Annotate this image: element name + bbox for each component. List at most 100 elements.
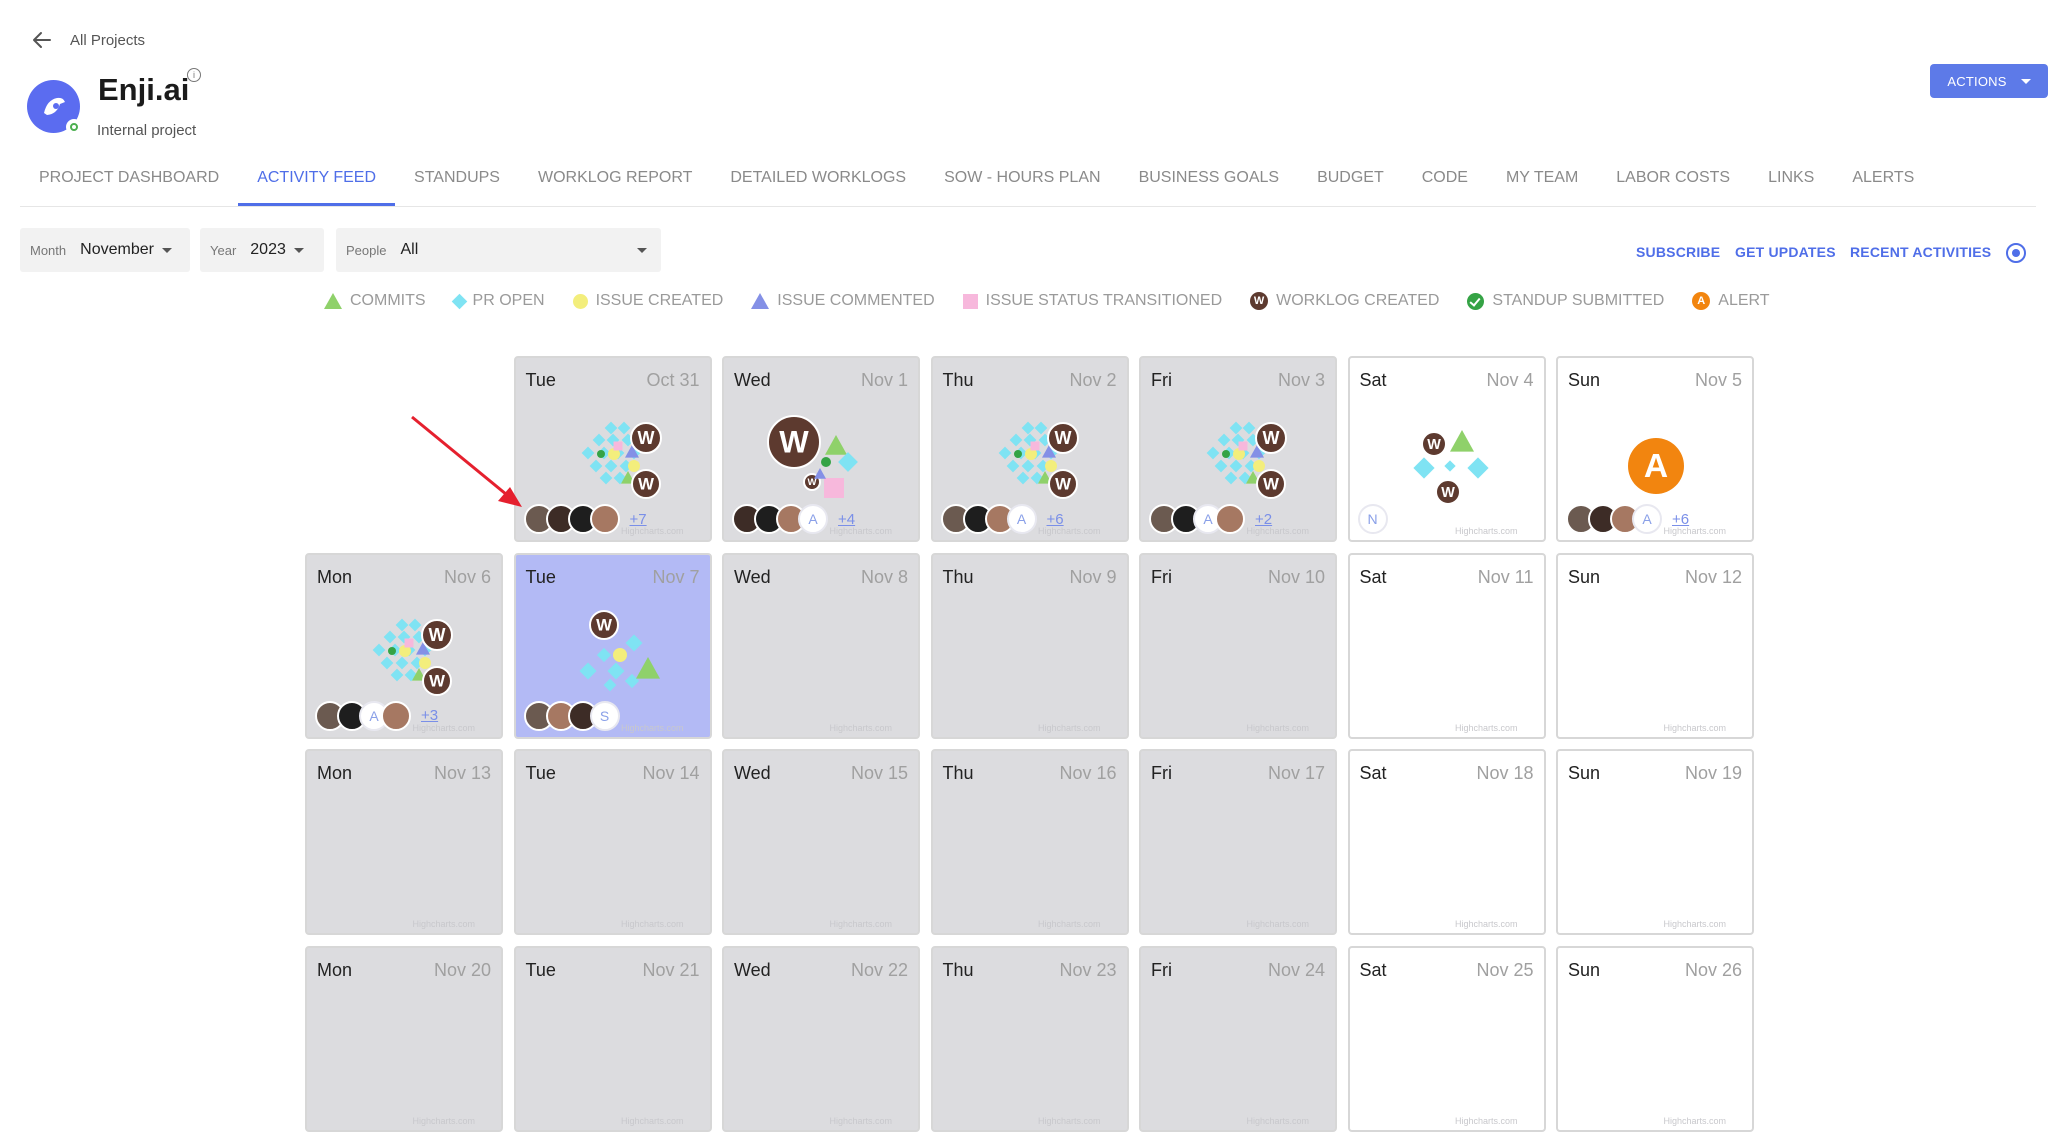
more-people-link[interactable]: +6 [1047,511,1064,528]
day-cell[interactable]: Wed Nov 22 Highcharts.com [722,945,920,1132]
month-select[interactable]: Month November [20,228,190,272]
legend-label: ISSUE STATUS TRANSITIONED [985,292,1223,309]
day-cell[interactable]: Fri Nov 3 Highcharts.com W W A +2 [1139,356,1337,542]
day-cell[interactable]: Thu Nov 16 Highcharts.com [930,749,1129,935]
day-cell[interactable]: Sun Nov 5 Highcharts.com A A +6 [1556,356,1754,542]
actions-button-label: ACTIONS [1947,73,2007,89]
day-of-week: Sun [1568,959,1601,980]
day-date: Nov 14 [642,763,700,783]
day-cell[interactable]: Mon Nov 6 Highcharts.com W W A +3 [305,552,503,739]
avatar-group[interactable]: N [1357,504,1388,534]
day-cell[interactable]: Tue Oct 31 Highcharts.com W W +7 [513,356,712,542]
day-cell[interactable]: Thu Nov 23 Highcharts.com [930,945,1129,1132]
subscribe-button[interactable]: SUBSCRIBE [1636,244,1720,260]
avatar[interactable] [381,700,411,731]
blue-triangle-icon [751,293,770,309]
chart-watermark: Highcharts.com [620,1115,684,1126]
avatar-group[interactable]: A +6 [1566,504,1689,534]
avatar-group[interactable]: A +3 [315,700,438,731]
day-cell[interactable]: Fri Nov 17 Highcharts.com [1139,749,1337,935]
more-people-link[interactable]: +4 [838,511,855,528]
day-cell[interactable]: Wed Nov 15 Highcharts.com [722,749,920,935]
cyan-diamond-icon [451,293,467,309]
day-cell[interactable]: Fri Nov 24 Highcharts.com [1139,945,1337,1132]
tab-worklog-report[interactable]: WORKLOG REPORT [519,160,711,206]
tab-project-dashboard[interactable]: PROJECT DASHBOARD [20,160,238,206]
svg-text:W: W [638,475,654,494]
avatar-group[interactable]: A +6 [940,504,1064,534]
day-cell[interactable]: Sat Nov 11 Highcharts.com [1347,552,1546,739]
more-people-link[interactable]: +7 [630,511,647,528]
avatar[interactable] [589,504,620,534]
day-cell[interactable]: Wed Nov 8 Highcharts.com [722,552,920,739]
tab-activity-feed[interactable]: ACTIVITY FEED [238,160,395,206]
actions-button[interactable]: ACTIONS [1930,64,2048,98]
avatar-group[interactable]: S [523,700,620,731]
legend-item[interactable]: PR OPEN [451,292,545,310]
day-cell[interactable]: Mon Nov 13 Highcharts.com [305,749,503,935]
avatar[interactable]: A [798,504,828,534]
chart-watermark: Highcharts.com [1663,722,1726,733]
year-select[interactable]: Year 2023 [200,228,324,272]
yellow-circle-icon [572,293,588,309]
day-cell[interactable]: Tue Nov 7 Highcharts.com W S [513,552,712,739]
annotation-arrow-icon [411,415,522,507]
avatar[interactable]: N [1357,504,1388,534]
tab-detailed-worklogs[interactable]: DETAILED WORKLOGS [711,160,925,206]
avatar-group[interactable]: A +4 [732,504,855,534]
day-cell[interactable]: Sun Nov 12 Highcharts.com [1556,552,1754,739]
legend-item[interactable]: ISSUE CREATED [572,292,723,310]
day-cell[interactable]: Fri Nov 10 Highcharts.com [1139,552,1337,739]
day-cell[interactable]: Sun Nov 19 Highcharts.com [1556,749,1754,935]
tab-labor-costs[interactable]: LABOR COSTS [1597,160,1749,206]
tab-business-goals[interactable]: BUSINESS GOALS [1120,160,1299,206]
day-date: Nov 20 [433,959,491,980]
info-icon[interactable]: i [187,68,201,82]
day-cell[interactable]: Mon Nov 20 Highcharts.com [305,945,503,1132]
legend-item[interactable]: COMMITS [324,292,426,310]
avatar-group[interactable]: +7 [523,504,647,534]
more-people-link[interactable]: +2 [1255,511,1272,528]
tab-my-team[interactable]: MY TEAM [1487,160,1597,206]
day-cell[interactable]: Thu Nov 9 Highcharts.com [930,552,1129,739]
day-of-week: Tue [525,763,556,783]
legend-label: PR OPEN [472,292,545,309]
day-date: Nov 17 [1267,763,1325,783]
tab-alerts[interactable]: ALERTS [1833,160,1933,206]
avatar[interactable] [1215,504,1245,534]
day-date: Nov 12 [1684,566,1742,587]
tab-standups[interactable]: STANDUPS [395,160,519,206]
day-cell[interactable]: Sat Nov 18 Highcharts.com [1347,749,1546,935]
more-people-link[interactable]: +3 [421,707,438,724]
tab-code[interactable]: CODE [1403,160,1487,206]
day-cell[interactable]: Tue Nov 21 Highcharts.com [513,945,712,1132]
day-cell[interactable]: Sat Nov 25 Highcharts.com [1347,945,1546,1132]
day-cell[interactable]: Thu Nov 2 Highcharts.com W W A +6 [930,356,1129,542]
avatar[interactable]: S [589,700,620,731]
recent-activities-button[interactable]: RECENT ACTIVITIES [1850,244,1991,260]
day-cell[interactable]: Sun Nov 26 Highcharts.com [1556,945,1754,1132]
tab-links[interactable]: LINKS [1749,160,1833,206]
legend-item[interactable]: ISSUE COMMENTED [751,292,935,310]
day-cell[interactable]: Sat Nov 4 Highcharts.com W W N [1347,356,1546,542]
get-updates-button[interactable]: GET UPDATES [1735,244,1836,260]
back-link[interactable]: All Projects [30,28,145,52]
day-cell[interactable]: Tue Nov 14 Highcharts.com [513,749,712,935]
page-subtitle: Internal project [97,122,197,139]
legend-item[interactable]: W WORKLOG CREATED [1250,292,1439,310]
day-date: Nov 18 [1476,763,1534,783]
legend-item[interactable]: ISSUE STATUS TRANSITIONED [962,292,1223,310]
more-people-link[interactable]: +6 [1672,511,1689,528]
day-cell[interactable]: Wed Nov 1 Highcharts.com W W A +4 [722,356,920,542]
tab-sow-hours-plan[interactable]: SOW - HOURS PLAN [925,160,1119,206]
legend-item[interactable]: STANDUP SUBMITTED [1467,292,1664,310]
avatar[interactable]: A [1632,504,1662,534]
avatar[interactable]: A [1006,504,1037,534]
refresh-icon[interactable] [2006,243,2026,263]
avatar-group[interactable]: A +2 [1149,504,1272,534]
people-select[interactable]: People All [336,228,661,272]
tab-budget[interactable]: BUDGET [1298,160,1403,206]
legend-item[interactable]: A ALERT [1692,292,1770,310]
arrow-left-icon [33,32,51,48]
chart-watermark: Highcharts.com [620,919,684,929]
